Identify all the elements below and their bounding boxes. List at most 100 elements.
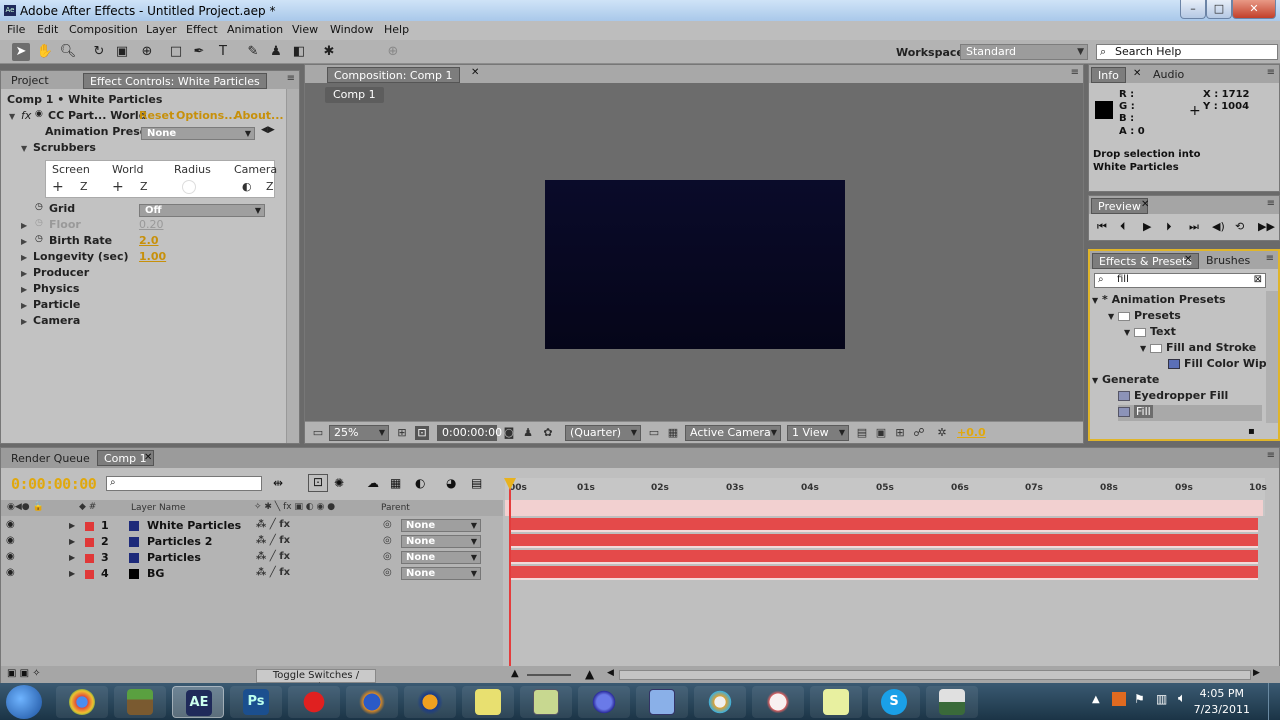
previous-frame-icon[interactable]: ⏴: [1120, 220, 1126, 234]
resolution-select[interactable]: (Quarter) ▼: [565, 425, 641, 441]
effect-toggle-icon[interactable]: ◉: [35, 109, 43, 119]
first-frame-icon[interactable]: ⏮: [1097, 220, 1107, 234]
eraser-tool-icon[interactable]: ◧: [290, 43, 308, 61]
flowchart-icon[interactable]: ☍: [912, 426, 926, 440]
floor-value[interactable]: 0.20: [139, 218, 164, 231]
panel-menu-icon[interactable]: ≡: [287, 73, 295, 84]
show-hidden-icons[interactable]: ▲: [1092, 694, 1100, 705]
system-clock[interactable]: 4:05 PM 7/23/2011: [1194, 687, 1250, 716]
files-taskbar-icon[interactable]: [636, 686, 688, 718]
scroll-right-icon[interactable]: ▶: [1253, 668, 1260, 678]
menu-animation[interactable]: Animation: [227, 23, 283, 36]
layer-duration-bar[interactable]: [510, 534, 1258, 548]
twirl-closed-icon[interactable]: ▶: [21, 237, 27, 246]
close-icon[interactable]: ✕: [144, 452, 152, 463]
about-link[interactable]: About...: [234, 109, 284, 122]
parent-select[interactable]: None ▼: [401, 535, 481, 548]
pickwhip-icon[interactable]: ◎: [383, 535, 392, 546]
layer-name[interactable]: White Particles: [147, 519, 241, 532]
start-button[interactable]: [6, 685, 42, 719]
tab-effect-controls[interactable]: Effect Controls: White Particles: [83, 73, 267, 89]
ram-preview-icon[interactable]: ▶▶: [1258, 220, 1275, 233]
puppet-tool-icon[interactable]: ✱: [320, 43, 338, 61]
longevity-value[interactable]: 1.00: [139, 250, 166, 263]
menu-window[interactable]: Window: [330, 23, 373, 36]
brush-tool-icon[interactable]: ✎: [244, 43, 262, 61]
view-layout-select[interactable]: 1 View ▼: [787, 425, 849, 441]
table-row[interactable]: ◉ ▶ 3 Particles ⁂ ╱ fx ◎ None ▼: [1, 550, 503, 566]
camera-orbit-icon[interactable]: ◐: [242, 180, 252, 193]
live-update-icon[interactable]: ⊡: [308, 474, 328, 492]
exposure-value[interactable]: +0.0: [957, 426, 986, 439]
zoom-slider[interactable]: [527, 674, 571, 676]
eye-icon[interactable]: ◉: [6, 551, 15, 562]
next-frame-icon[interactable]: ⏵: [1166, 220, 1172, 234]
twirl-closed-icon[interactable]: ▶: [69, 569, 75, 578]
maximize-button[interactable]: □: [1206, 0, 1232, 19]
rotate-tool-icon[interactable]: ↻: [90, 43, 108, 61]
panel-menu-icon[interactable]: ≡: [1071, 67, 1079, 78]
particle-group[interactable]: ▶ Particle: [1, 298, 285, 314]
panel-menu-icon[interactable]: ≡: [1267, 450, 1275, 461]
zoom-out-icon[interactable]: ▲: [511, 668, 519, 679]
tab-project[interactable]: Project: [5, 73, 55, 89]
mask-visibility-icon[interactable]: ⊡: [415, 426, 429, 440]
stopwatch-icon[interactable]: ◷: [35, 202, 43, 212]
eye-icon[interactable]: ◉: [6, 535, 15, 546]
parent-select[interactable]: None ▼: [401, 551, 481, 564]
label-color-swatch[interactable]: [85, 554, 94, 563]
parent-select[interactable]: None ▼: [401, 567, 481, 580]
parent-header[interactable]: Parent: [381, 503, 410, 513]
audio-icon[interactable]: ◀): [1212, 220, 1225, 233]
tree-item-text[interactable]: ▼ Text: [1124, 325, 1280, 341]
chrome-taskbar-icon[interactable]: [56, 686, 108, 718]
menu-file[interactable]: File: [7, 23, 25, 36]
tree-item-generate[interactable]: ▼ Generate: [1092, 373, 1264, 389]
camera-tool-icon[interactable]: ▣: [113, 43, 131, 61]
footer-icons[interactable]: ▣ ▣ ✧: [7, 668, 41, 679]
twirl-closed-icon[interactable]: ▶: [69, 553, 75, 562]
table-row[interactable]: ◉ ▶ 4 BG ⁂ ╱ fx ◎ None ▼: [1, 566, 503, 582]
new-folder-icon[interactable]: ▪: [1248, 426, 1255, 437]
layer-duration-bar[interactable]: [510, 566, 1258, 580]
scrubbers-row[interactable]: ▼ Scrubbers: [1, 141, 285, 157]
after-effects-taskbar-icon[interactable]: AE: [172, 686, 224, 718]
show-desktop-button[interactable]: [1268, 683, 1280, 720]
tree-item-animation-presets[interactable]: ▼ * Animation Presets: [1092, 293, 1264, 309]
composition-canvas[interactable]: [545, 180, 845, 349]
pickwhip-icon[interactable]: ◎: [383, 519, 392, 530]
switches-icon[interactable]: ⁂ ╱ fx: [256, 519, 290, 530]
firefox-taskbar-icon[interactable]: [346, 686, 398, 718]
effects-search-input[interactable]: ⌕ fill ⊠: [1094, 273, 1266, 288]
switches-icon[interactable]: ⁂ ╱ fx: [256, 567, 290, 578]
animation-presets-select[interactable]: None ▼: [141, 127, 255, 140]
region-of-interest-icon[interactable]: ▭: [647, 426, 661, 440]
tree-item-fill-color-wipe[interactable]: Fill Color Wipe: [1168, 357, 1280, 373]
close-icon[interactable]: ✕: [1141, 199, 1149, 210]
tool-taskbar-icon[interactable]: [926, 686, 978, 718]
clone-stamp-tool-icon[interactable]: ♟: [267, 43, 285, 61]
panel-menu-icon[interactable]: ≡: [1266, 253, 1274, 264]
comp-subtab[interactable]: Comp 1: [325, 87, 384, 103]
tab-render-queue[interactable]: Render Queue: [5, 451, 96, 467]
flag-icon[interactable]: ⚑: [1134, 692, 1145, 706]
screen-z-label[interactable]: Z: [80, 180, 88, 193]
minecraft-taskbar-icon[interactable]: [114, 686, 166, 718]
tab-info[interactable]: Info: [1091, 67, 1126, 83]
scrollbar[interactable]: [1266, 291, 1278, 423]
zoom-in-icon[interactable]: ▲: [585, 667, 594, 681]
physics-group[interactable]: ▶ Physics: [1, 282, 285, 298]
type-tool-icon[interactable]: T: [214, 43, 232, 61]
play-icon[interactable]: ▶: [1143, 220, 1151, 233]
reset-link[interactable]: Reset: [139, 109, 174, 122]
label-color-swatch[interactable]: [85, 522, 94, 531]
layer-name[interactable]: BG: [147, 567, 164, 580]
color-channels-icon[interactable]: ✿: [541, 426, 555, 440]
frame-blending-icon[interactable]: ▦: [390, 476, 401, 490]
producer-group[interactable]: ▶ Producer: [1, 266, 285, 282]
tree-item-presets[interactable]: ▼ Presets: [1108, 309, 1280, 325]
scrollbar[interactable]: [286, 89, 299, 443]
always-preview-icon[interactable]: ▭: [311, 426, 325, 440]
current-time-display[interactable]: 0:00:00:00: [437, 425, 502, 441]
toggle-switches-modes-button[interactable]: Toggle Switches / Modes: [256, 669, 376, 693]
